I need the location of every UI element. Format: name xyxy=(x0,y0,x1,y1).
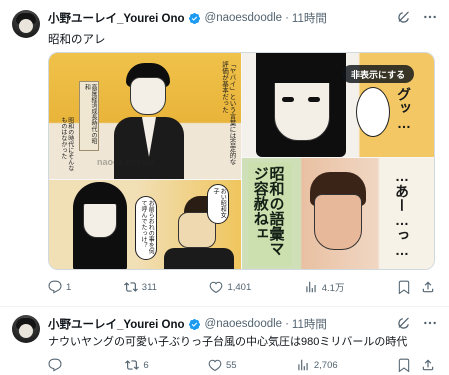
author-name[interactable]: 小野ユーレイ_Yourei Ono xyxy=(48,316,185,332)
speech-showa: 昭和の時代にそんなものはなかった xyxy=(59,117,73,171)
tweet-actions-right xyxy=(397,280,435,294)
views-icon xyxy=(306,281,316,293)
manga-panel-2: お前らおれの事を何て呼んでたっけ？ おい昭和女子 xyxy=(49,180,241,269)
showa-go-text: 昭和の語彙マジ容赦ねェ xyxy=(251,166,285,256)
tweet-actions-right xyxy=(397,358,435,372)
reply-count: 1 xyxy=(66,281,72,293)
avatar[interactable] xyxy=(12,10,40,38)
like-button[interactable]: 1,401 xyxy=(209,280,251,294)
tweet-actions: 1 311 1,401 4.1万 xyxy=(48,278,435,296)
like-count: 55 xyxy=(225,359,237,371)
separator-dot: · xyxy=(285,318,289,330)
speech-oi: おい昭和女子 xyxy=(212,188,226,218)
tweet[interactable]: 小野ユーレイ_Yourei Ono @naoesdoodle · 11時間 ナウ… xyxy=(0,306,449,375)
author-name[interactable]: 小野ユーレイ_Yourei Ono xyxy=(48,10,185,26)
more-icon xyxy=(424,321,436,325)
bookmark-icon[interactable] xyxy=(397,358,411,372)
tweet-top-actions xyxy=(395,314,439,332)
views-button[interactable]: 4.1万 xyxy=(304,280,345,294)
speech-omae: お前らおれの事を何て呼んでたっけ？ xyxy=(140,200,154,254)
speech-bubble-omae: お前らおれの事を何て呼んでたっけ？ xyxy=(135,196,157,260)
avatar-face xyxy=(19,19,33,33)
tweet[interactable]: 小野ユーレイ_Yourei Ono @naoesdoodle · 11時間 昭和… xyxy=(0,0,449,303)
retweet-count: 6 xyxy=(143,359,149,371)
grok-button[interactable] xyxy=(395,314,413,332)
views-count: 2,706 xyxy=(313,359,338,371)
tweet-header: 小野ユーレイ_Yourei Ono @naoesdoodle · 11時間 xyxy=(48,9,327,27)
hide-media-button[interactable]: 非表示にする xyxy=(342,65,415,83)
grok-button[interactable] xyxy=(395,8,413,26)
reply-icon xyxy=(48,280,62,294)
tweet-text: ナウいヤングの可愛い子ぶりっ子台風の中心気圧は980ミリバールの時代 xyxy=(48,336,408,348)
views-button[interactable]: 2,706 xyxy=(296,358,338,372)
tweet-actions: 6 55 2,706 xyxy=(48,356,435,374)
author-handle[interactable]: @naoesdoodle xyxy=(205,318,283,330)
retweet-button[interactable]: 311 xyxy=(123,280,157,294)
views-count: 4.1万 xyxy=(321,283,345,294)
girl-figure xyxy=(73,182,127,269)
girl-closeup xyxy=(256,53,346,157)
tweet-media-image[interactable]: 高度経済成長時代の昭和 「ヤバイ」という言葉には否定的な評価が基本だった 昭和の… xyxy=(48,52,435,270)
bubble-question xyxy=(356,87,390,137)
verified-badge-icon xyxy=(188,318,200,330)
more-button[interactable] xyxy=(421,8,439,26)
narration-text: 「ヤバイ」という言葉には否定的な評価が基本だった xyxy=(220,61,235,165)
more-button[interactable] xyxy=(421,314,439,332)
reply-button[interactable]: 1 xyxy=(48,280,71,294)
retweet-icon xyxy=(123,282,138,292)
man-closeup xyxy=(302,172,372,264)
grok-icon xyxy=(398,317,409,329)
tweet-top-actions xyxy=(395,8,439,26)
like-button[interactable]: 55 xyxy=(208,358,237,372)
share-icon[interactable] xyxy=(421,280,435,294)
timestamp[interactable]: 11時間 xyxy=(292,10,327,26)
avatar-face xyxy=(19,324,33,338)
retweet-button[interactable]: 6 xyxy=(125,358,149,372)
more-icon xyxy=(424,15,436,19)
manga-panel-4: 昭和の語彙マジ容赦ねェ …あー…っ… xyxy=(242,158,434,269)
speech-bubble-oi: おい昭和女子 xyxy=(207,184,229,224)
manga-panel-1: 高度経済成長時代の昭和 「ヤバイ」という言葉には否定的な評価が基本だった 昭和の… xyxy=(49,53,241,179)
sfx-aa: …あー…っ… xyxy=(394,168,410,258)
bookmark-icon[interactable] xyxy=(397,280,411,294)
like-icon xyxy=(208,359,222,371)
views-icon xyxy=(298,359,308,371)
grok-icon xyxy=(398,11,409,23)
retweet-icon xyxy=(125,360,140,370)
avatar[interactable] xyxy=(12,315,40,343)
sign-text: 高度経済成長時代の昭和 xyxy=(79,81,99,151)
author-handle[interactable]: @naoesdoodle xyxy=(205,12,283,24)
reply-icon xyxy=(48,358,62,372)
tweet-header: 小野ユーレイ_Yourei Ono @naoesdoodle · 11時間 xyxy=(48,315,327,333)
verified-badge-icon xyxy=(188,12,200,24)
like-count: 1,401 xyxy=(227,281,252,293)
reply-button[interactable] xyxy=(48,358,66,372)
watermark-text: naoes doodle xyxy=(97,157,156,167)
sfx-gu: グッ… xyxy=(396,87,412,131)
timestamp[interactable]: 11時間 xyxy=(292,316,327,332)
share-icon[interactable] xyxy=(421,358,435,372)
retweet-count: 311 xyxy=(141,281,157,293)
like-icon xyxy=(210,281,223,293)
tweet-text: 昭和のアレ xyxy=(48,34,106,46)
separator-dot: · xyxy=(285,12,289,24)
